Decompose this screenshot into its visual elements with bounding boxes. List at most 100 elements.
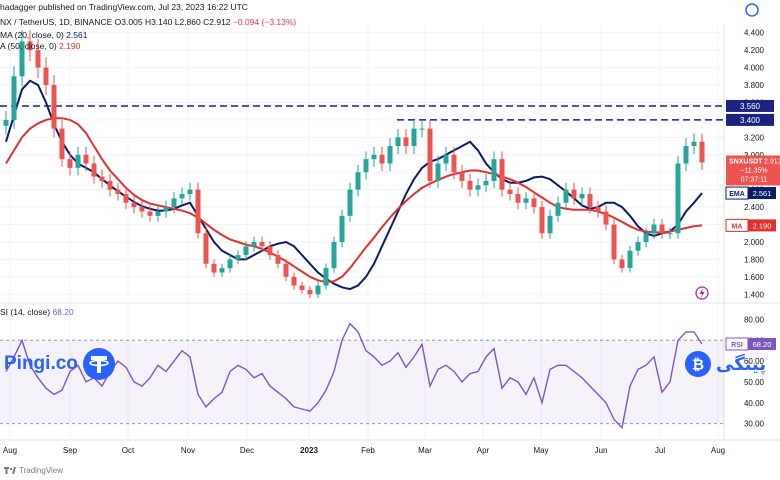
open-value: 3.005	[121, 17, 143, 27]
candle-body	[427, 128, 433, 181]
candle-body	[451, 154, 457, 173]
candle-body	[179, 194, 185, 199]
candle-body	[147, 211, 153, 216]
low-value: 2.860	[179, 17, 201, 27]
candle-body	[155, 211, 161, 216]
candle-body	[411, 128, 417, 147]
price-tick-label: 3.200	[744, 133, 765, 142]
price-tick-label: 1.800	[744, 255, 765, 264]
candle-body	[499, 159, 505, 190]
candle-body	[507, 189, 513, 195]
time-tick-label: Aug	[711, 446, 725, 455]
candle-body	[123, 194, 129, 203]
candle-body	[307, 289, 313, 295]
change-value: −0.094 (−3.13%)	[232, 17, 297, 27]
price-tick-label: 4.400	[744, 29, 765, 38]
candle-body	[611, 224, 617, 260]
level-tag-label: 3.400	[740, 116, 761, 125]
price-tick-label: 2.400	[744, 203, 765, 212]
time-tick-label: Dec	[240, 446, 254, 455]
candle-body	[275, 255, 281, 264]
candle-body	[483, 180, 489, 186]
level-tag-label: 3.560	[740, 102, 761, 111]
ema-tag-name: EMA	[729, 191, 745, 198]
watermark-right-text: پینگی	[716, 353, 767, 375]
candle-body	[243, 246, 249, 256]
rsi-tick-label: 30.00	[744, 420, 765, 429]
candle-body	[587, 194, 593, 208]
candle-body	[595, 207, 601, 212]
candle-body	[491, 159, 497, 181]
candle-body	[467, 180, 473, 190]
ma-tag-value: 2.190	[753, 221, 772, 230]
rsi-legend[interactable]: SI (14, close) 68.20	[0, 307, 74, 317]
candle-body	[355, 172, 361, 190]
ema-tag-value: 2.561	[753, 189, 772, 198]
time-tick-label: May	[533, 446, 548, 455]
tradingview-logo[interactable]: TradingView	[4, 466, 63, 475]
candle-body	[395, 137, 401, 147]
time-tick-label: Nov	[181, 446, 195, 455]
candle-body	[107, 180, 113, 190]
candle-body	[59, 128, 65, 160]
rsi-legend-label: SI (14, close)	[0, 307, 51, 317]
candle-body	[651, 224, 657, 234]
candle-body	[563, 189, 569, 203]
candle-body	[603, 211, 609, 225]
time-tick-label: Sep	[63, 446, 78, 455]
candle-body	[299, 285, 305, 290]
candle-body	[11, 76, 17, 120]
candle-body	[571, 189, 577, 199]
candle-body	[219, 268, 225, 273]
chart-canvas[interactable]: 4.4004.2004.0003.8003.6003.4003.2003.000…	[0, 0, 780, 480]
candle-body	[635, 241, 641, 251]
rsi-tick-label: 40.00	[744, 399, 765, 408]
ma-legend[interactable]: A (50, close, 0) 2.190	[0, 41, 80, 51]
tradingview-logo-icon	[4, 466, 16, 474]
price-tick-label: 1.400	[744, 290, 765, 299]
candle-body	[459, 172, 465, 181]
candle-body	[67, 159, 73, 168]
candle-body	[51, 85, 57, 129]
candle-body	[387, 146, 393, 164]
candle-body	[699, 141, 705, 163]
candle-body	[139, 207, 145, 212]
time-tick-label: Feb	[361, 446, 375, 455]
candle-body	[171, 198, 177, 208]
candle-body	[627, 250, 633, 269]
close-value: 2.912	[209, 17, 231, 27]
candle-body	[403, 137, 409, 147]
candle-body	[539, 207, 545, 234]
price-chart-svg[interactable]: 4.4004.2004.0003.8003.6003.4003.2003.000…	[0, 0, 780, 480]
candle-body	[579, 194, 585, 199]
watermark-pingi-right: ₿ پینگی	[684, 344, 766, 384]
candle-body	[3, 119, 9, 126]
high-value: 3.140	[151, 17, 173, 27]
candle-body	[331, 241, 337, 269]
tether-icon	[82, 348, 115, 380]
candle-body	[267, 246, 273, 256]
watermark-left-text: Pingi.co	[4, 353, 78, 374]
candle-body	[419, 128, 425, 130]
event-marker-icon	[695, 286, 709, 300]
ema-legend-value: 2.561	[66, 30, 88, 40]
candle-body	[523, 198, 529, 203]
price-tag-symbol: SNXUSDT	[729, 158, 763, 165]
candle-body	[323, 268, 329, 286]
candle-body	[667, 233, 673, 235]
tradingview-brand: TradingView	[19, 466, 64, 475]
candle-body	[475, 185, 481, 190]
price-tag-change: −11.35%	[740, 167, 767, 174]
time-tick-label: Mar	[418, 446, 432, 455]
candle-body	[259, 241, 265, 247]
candle-body	[379, 154, 385, 164]
symbol-line: NX / TetherUS, 1D, BINANCE O3.005 H3.140…	[0, 17, 296, 27]
candle-body	[683, 146, 689, 164]
ma-tag-name: MA	[732, 223, 743, 230]
publisher-line: hadagger published on TradingView.com, J…	[0, 2, 248, 12]
candle-body	[131, 202, 137, 208]
price-tick-label: 4.000	[744, 64, 765, 73]
watermark-pingi-left: Pingi.co	[4, 344, 116, 384]
ema-legend[interactable]: MA (20, close, 0) 2.561	[0, 30, 87, 40]
settings-icon	[745, 3, 759, 17]
